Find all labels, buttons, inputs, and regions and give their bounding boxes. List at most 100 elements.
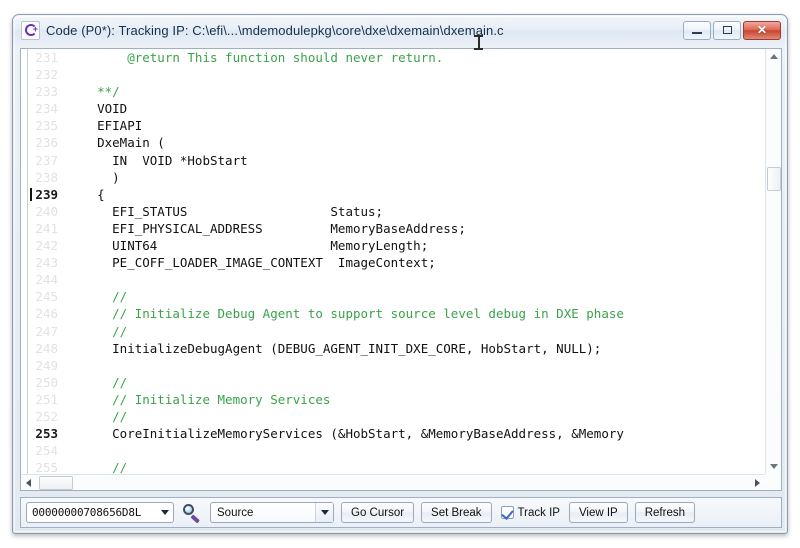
code-line: 249 — [21, 357, 765, 374]
code-line: 250 // — [21, 374, 765, 391]
chevron-down-icon — [160, 510, 169, 515]
code-line-text: IN VOID *HobStart — [67, 152, 248, 168]
address-combobox[interactable]: 00000000708656D8L — [26, 502, 174, 523]
line-number: 238 — [35, 169, 58, 185]
code-line: 245 // — [21, 288, 765, 305]
line-number: 232 — [35, 67, 58, 83]
line-number: 235 — [35, 118, 58, 134]
horizontal-scrollbar-thumb[interactable] — [39, 476, 73, 490]
code-line: 247 // — [21, 323, 765, 340]
line-number: 252 — [35, 408, 58, 424]
check-icon — [500, 507, 514, 520]
line-number: 248 — [35, 340, 58, 356]
code-line-text: EFI_PHYSICAL_ADDRESS MemoryBaseAddress; — [67, 220, 466, 236]
line-number: 254 — [35, 443, 58, 459]
scroll-right-icon[interactable] — [755, 479, 760, 487]
line-number: 239 — [21, 186, 67, 203]
line-number: 245 — [35, 289, 58, 305]
magnifier-icon[interactable] — [181, 502, 203, 524]
address-value[interactable]: 00000000708656D8L — [32, 506, 156, 519]
code-line-text: { — [67, 186, 105, 202]
refresh-button[interactable]: Refresh — [634, 502, 695, 523]
code-line-text: CoreInitializeMemoryServices (&HobStart,… — [67, 426, 624, 442]
code-line-text: // — [67, 460, 128, 474]
line-number: 246 — [35, 306, 58, 322]
code-line-text: VOID — [67, 101, 128, 117]
scroll-up-icon[interactable] — [770, 54, 778, 59]
code-window: + Code (P0*): Tracking IP: C:\efi\...\md… — [12, 14, 788, 534]
source-select-value[interactable]: Source — [217, 507, 315, 519]
line-number: 250 — [35, 374, 58, 390]
code-line: 244 — [21, 271, 765, 288]
code-line: 243 PE_COFF_LOADER_IMAGE_CONTEXT ImageCo… — [21, 254, 765, 271]
code-line: 234 VOID — [21, 100, 765, 117]
code-line: 246 // Initialize Debug Agent to support… — [21, 305, 765, 322]
code-editor[interactable]: 231 @return This function should never r… — [20, 48, 782, 491]
line-number: 240 — [35, 203, 58, 219]
code-line-text: // — [67, 323, 128, 339]
track-ip-label: Track IP — [517, 506, 560, 519]
window-controls: ✕ — [683, 20, 783, 40]
code-line: 240 EFI_STATUS Status; — [21, 203, 765, 220]
code-line: 235 EFIAPI — [21, 117, 765, 134]
set-break-button[interactable]: Set Break — [421, 502, 492, 523]
code-line: 252 // — [21, 408, 765, 425]
code-text-area[interactable]: 231 @return This function should never r… — [21, 49, 765, 474]
line-number: 244 — [35, 272, 58, 288]
line-number: 255 — [35, 460, 58, 474]
scroll-left-icon[interactable] — [26, 479, 31, 487]
address-dropdown-arrow[interactable] — [156, 503, 173, 522]
scrollbar-corner — [765, 474, 781, 490]
code-line-text: @return This function should never retur… — [67, 50, 444, 65]
code-line: 251 // Initialize Memory Services — [21, 391, 765, 408]
code-line-text: EFIAPI — [67, 118, 143, 134]
title-bar[interactable]: + Code (P0*): Tracking IP: C:\efi\...\md… — [13, 15, 787, 45]
code-line-text: // — [67, 374, 128, 390]
code-line: 237 IN VOID *HobStart — [21, 152, 765, 169]
go-cursor-button[interactable]: Go Cursor — [341, 502, 415, 523]
code-line: 253 CoreInitializeMemoryServices (&HobSt… — [21, 425, 765, 442]
code-line-text: EFI_STATUS Status; — [67, 203, 384, 219]
debug-toolbar: 00000000708656D8L Source Go Cursor Set B… — [20, 497, 782, 528]
code-line: 241 EFI_PHYSICAL_ADDRESS MemoryBaseAddre… — [21, 220, 765, 237]
line-number: 233 — [35, 84, 58, 100]
line-number: 236 — [35, 135, 58, 151]
vertical-scrollbar-thumb[interactable] — [767, 167, 781, 191]
line-number: 243 — [35, 255, 58, 271]
code-line-text: // Initialize Debug Agent to support sou… — [67, 306, 624, 322]
code-line: 242 UINT64 MemoryLength; — [21, 237, 765, 254]
line-number: 234 — [35, 101, 58, 117]
code-line: 236 DxeMain ( — [21, 134, 765, 151]
source-select[interactable]: Source — [210, 502, 334, 523]
code-line-text: ) — [67, 169, 120, 185]
code-debugger-icon: + — [21, 20, 40, 40]
code-line: 254 — [21, 442, 765, 459]
checkbox-box[interactable] — [500, 506, 514, 520]
minimize-button[interactable] — [683, 20, 711, 40]
line-number: 247 — [35, 323, 58, 339]
code-line: 233 **/ — [21, 83, 765, 100]
line-number: 241 — [35, 220, 58, 236]
code-line-text: PE_COFF_LOADER_IMAGE_CONTEXT ImageContex… — [67, 255, 436, 271]
scroll-down-icon[interactable] — [770, 464, 778, 469]
track-ip-checkbox[interactable]: Track IP — [499, 506, 562, 520]
window-title: Code (P0*): Tracking IP: C:\efi\...\mdem… — [46, 22, 504, 38]
code-line: 248 InitializeDebugAgent (DEBUG_AGENT_IN… — [21, 340, 765, 357]
code-line-text: // — [67, 408, 128, 424]
source-dropdown-arrow[interactable] — [315, 503, 333, 522]
chevron-down-icon — [320, 510, 329, 515]
view-ip-button[interactable]: View IP — [568, 502, 628, 523]
close-button[interactable]: ✕ — [743, 20, 781, 40]
line-number: 231 — [35, 50, 58, 65]
code-lines: 231 @return This function should never r… — [21, 49, 765, 474]
line-number: 242 — [35, 238, 58, 254]
code-line: 232 — [21, 66, 765, 83]
line-number: 251 — [35, 391, 58, 407]
code-line: 231 @return This function should never r… — [21, 49, 765, 66]
maximize-button[interactable] — [713, 20, 741, 40]
minimize-icon — [692, 32, 702, 34]
maximize-icon — [722, 26, 732, 34]
horizontal-scrollbar[interactable] — [21, 474, 765, 490]
vertical-scrollbar[interactable] — [765, 49, 781, 474]
code-line: 255 // — [21, 459, 765, 474]
